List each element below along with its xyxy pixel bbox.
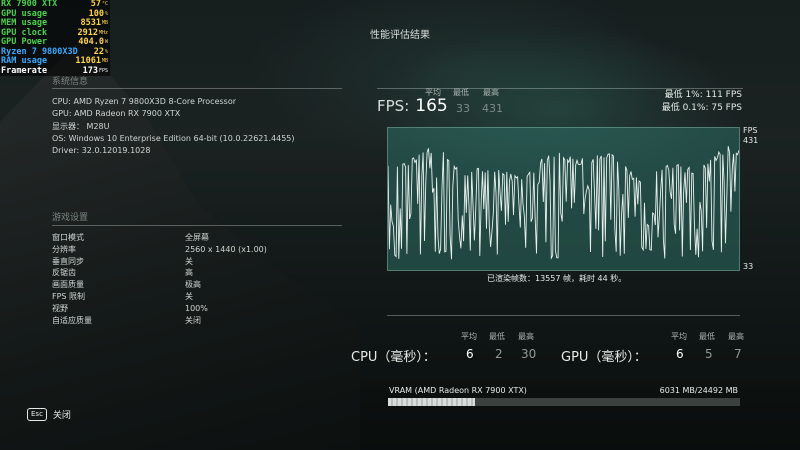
graph-axis-unit: FPS xyxy=(743,126,758,135)
graph-axis-top: FPS 431 xyxy=(743,126,758,146)
cpu-col-max: 最高 xyxy=(518,332,534,341)
system-gpu: GPU: AMD Radeon RX 7900 XTX xyxy=(52,109,181,119)
fps-avg: 165 xyxy=(415,96,448,116)
fps-min: 33 xyxy=(456,102,470,115)
fps-max: 431 xyxy=(482,102,503,115)
vram-value: 6031 MB/24492 MB xyxy=(659,386,738,395)
graph-axis-max: 431 xyxy=(743,136,759,145)
close-action[interactable]: Esc 关闭 xyxy=(27,408,71,421)
fps-lows: 最低 1%: 111 FPS 最低 0.1%: 75 FPS xyxy=(662,89,742,115)
low-1-percent: 最低 1%: 111 FPS xyxy=(664,90,742,100)
vram-usage-bar xyxy=(388,398,740,406)
page-title: 性能评估结果 xyxy=(370,30,430,41)
system-info-divider xyxy=(52,88,342,89)
vram-usage-fill xyxy=(388,398,475,406)
fps-summary: FPS: 165 xyxy=(377,96,448,116)
system-os: OS: Windows 10 Enterprise Edition 64-bit… xyxy=(52,133,295,143)
low-01-percent: 最低 0.1%: 75 FPS xyxy=(661,103,742,113)
fps-col-min: 最低 xyxy=(453,88,469,97)
vram-label: VRAM (AMD Radeon RX 7900 XTX) xyxy=(389,386,527,395)
system-info-header: 系统信息 xyxy=(52,77,89,87)
fps-col-max: 最高 xyxy=(483,88,499,97)
esc-key-icon[interactable]: Esc xyxy=(27,408,47,421)
game-settings-header: 游戏设置 xyxy=(52,213,89,223)
cpu-col-min: 最低 xyxy=(489,332,505,341)
game-settings-list: 窗口模式 全屏幕 分辨率 2560 x 1440 (x1.00) 垂直同步关 反锯齿… xyxy=(52,232,267,326)
fps-trace-line xyxy=(388,146,739,260)
cpu-col-avg: 平均 xyxy=(461,332,477,341)
gpu-col-max: 最高 xyxy=(728,332,744,341)
setting-window-mode: 窗口模式 全屏幕 xyxy=(52,233,209,242)
gpu-frametime-max: 7 xyxy=(734,347,742,361)
setting-fov: 视野 100% xyxy=(52,303,208,313)
setting-vsync: 垂直同步关 xyxy=(52,256,193,266)
gpu-frametime-min: 5 xyxy=(705,347,713,361)
cpu-frametime-max: 30 xyxy=(521,347,537,361)
fps-graph xyxy=(387,127,740,271)
close-label[interactable]: 关闭 xyxy=(53,408,71,421)
system-cpu: CPU: AMD Ryzen 7 9800X3D 8-Core Processo… xyxy=(52,97,237,106)
system-driver: Driver: 32.0.12019.1028 xyxy=(52,146,151,156)
setting-adaptive-quality: 自适应质量 关闭 xyxy=(52,315,201,325)
frames-rendered-caption: 已渲染帧数：13557 帧，耗时 44 秒。 xyxy=(487,274,627,283)
system-info-list: CPU: AMD Ryzen 7 9800X3D 8-Core Processo… xyxy=(52,96,295,157)
gpu-col-avg: 平均 xyxy=(671,332,687,341)
gpu-col-min: 最低 xyxy=(699,332,715,341)
frametime-divider xyxy=(387,315,740,316)
cpu-frametime-label: CPU（毫秒）： xyxy=(351,350,436,365)
system-display: 显示器： M28U xyxy=(52,121,110,131)
fps-label: FPS: xyxy=(377,97,410,115)
setting-fps-limit: FPS 限制关 xyxy=(52,291,193,301)
cpu-frametime-min: 2 xyxy=(495,347,503,361)
game-settings-divider xyxy=(52,225,342,226)
cpu-frametime-avg: 6 xyxy=(466,347,474,361)
gpu-frametime-avg: 6 xyxy=(676,347,684,361)
setting-quality: 画面质量 极高 xyxy=(52,280,201,290)
gpu-frametime-label: GPU（毫秒）： xyxy=(561,350,647,365)
fps-graph-plot xyxy=(388,146,739,260)
graph-axis-min: 33 xyxy=(743,262,754,271)
setting-resolution: 分辨率 2560 x 1440 (x1.00) xyxy=(52,244,267,254)
setting-antialiasing: 反锯齿高 xyxy=(52,268,193,278)
